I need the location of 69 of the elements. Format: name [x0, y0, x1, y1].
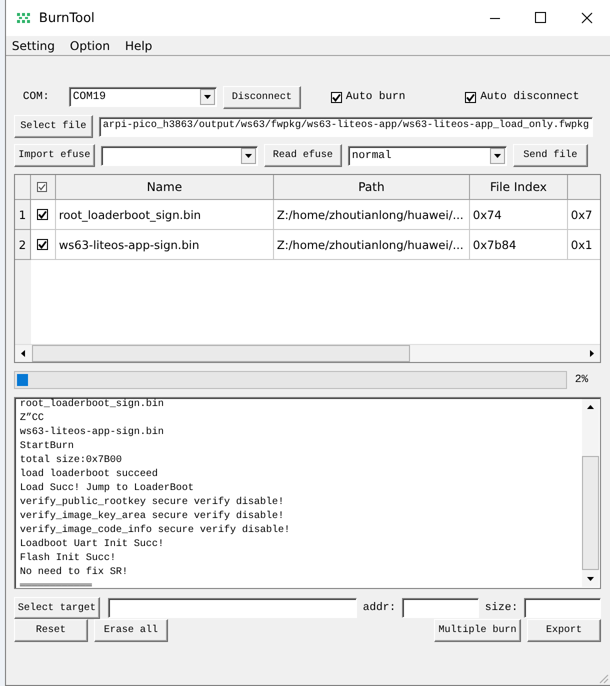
- check-icon: [38, 240, 48, 249]
- log-line: Z”CC: [20, 412, 45, 426]
- log-line: verify_image_key_area secure verify disable!: [20, 510, 285, 524]
- mode-dropdown[interactable]: normal: [348, 146, 507, 166]
- size-label: size:: [484, 602, 518, 614]
- window-title: BurnTool: [38, 10, 95, 26]
- log-line: verify_image_code_info secure verify disable!: [20, 524, 291, 538]
- send-file-button[interactable]: Send file: [512, 144, 588, 167]
- table-cell: root_loaderboot_sign.bin: [56, 200, 274, 230]
- table-cell: 0x1: [568, 230, 600, 260]
- select-file-button[interactable]: Select file: [14, 115, 93, 138]
- scroll-thumb[interactable]: [582, 456, 599, 570]
- log-line: load loaderboot succeed: [20, 468, 159, 482]
- app-icon: [16, 13, 31, 23]
- import-efuse-button[interactable]: Import efuse: [14, 144, 95, 167]
- com-label: COM:: [22, 91, 50, 103]
- checkbox-label: Auto disconnect: [480, 91, 580, 103]
- vertical-scrollbar[interactable]: [582, 399, 599, 587]
- disconnect-button[interactable]: Disconnect: [222, 86, 301, 108]
- log-line: Load Succ! Jump to LoaderBoot: [20, 482, 195, 496]
- checkbox[interactable]: [37, 239, 48, 250]
- checkbox[interactable]: [330, 92, 342, 102]
- table-cell: Z:/home/zhoutianlong/huawei/...: [274, 200, 470, 230]
- log-line: Loadboot Uart Init Succ!: [20, 538, 165, 552]
- table-cell: ws63-liteos-app-sign.bin: [56, 230, 274, 260]
- row-number: 1: [14, 200, 31, 230]
- action-button[interactable]: Multiple burn: [434, 619, 521, 642]
- read-efuse-button[interactable]: Read efuse: [264, 144, 342, 167]
- log-line: total size:0x7B00: [20, 454, 123, 468]
- table-cell: 0x7b84: [470, 230, 568, 260]
- menu-item[interactable]: Option: [68, 38, 116, 52]
- select-target-button[interactable]: Select target: [14, 597, 100, 619]
- file-path-field[interactable]: arpi-pico_h3863/output/ws63/fwpkg/ws63-liteos-app/ws63-liteos-app_load_only.fwpkg: [98, 116, 593, 136]
- action-button[interactable]: Export: [527, 619, 601, 642]
- efuse-dropdown[interactable]: [100, 146, 258, 166]
- check-icon: [466, 92, 476, 102]
- scroll-thumb[interactable]: [32, 345, 410, 362]
- target-field[interactable]: [108, 598, 357, 618]
- column-header[interactable]: Path: [274, 175, 470, 200]
- table-cell: 0x7: [568, 200, 600, 230]
- log-line: verify_public_rootkey secure verify disable!: [20, 496, 285, 510]
- port-dropdown[interactable]: COM19: [68, 87, 217, 107]
- action-button[interactable]: Reset: [14, 619, 88, 642]
- addr-field[interactable]: [402, 598, 479, 618]
- progress-reading: 2%: [574, 374, 588, 386]
- menu-item[interactable]: Setting: [10, 38, 61, 52]
- row-number: 2: [14, 230, 31, 260]
- log-line: Flash Init Succ!: [20, 552, 117, 566]
- action-button[interactable]: Erase all: [94, 619, 168, 642]
- check-icon: [332, 92, 341, 102]
- horizontal-scrollbar[interactable]: [14, 344, 600, 362]
- size-field[interactable]: [524, 598, 601, 618]
- checkbox-label: Auto burn: [346, 91, 406, 103]
- select-all-icon[interactable]: [37, 182, 48, 192]
- menu-item[interactable]: Help: [124, 38, 158, 52]
- log-line: ════════════: [20, 580, 93, 588]
- table-cell: 0x74: [470, 200, 568, 230]
- resize-grip-icon[interactable]: [597, 672, 609, 684]
- log-line: ws63-liteos-app-sign.bin: [20, 426, 165, 440]
- addr-label: addr:: [362, 602, 396, 614]
- column-header[interactable]: File Index: [470, 175, 568, 200]
- log-line: root_loaderboot_sign.bin: [20, 398, 165, 412]
- column-header[interactable]: Name: [56, 175, 274, 200]
- check-icon: [38, 210, 48, 219]
- log-line: No need to fix SR!: [20, 566, 129, 580]
- checkbox[interactable]: [465, 92, 476, 102]
- checkbox[interactable]: [37, 209, 48, 220]
- table-cell: Z:/home/zhoutianlong/huawei/...: [274, 230, 470, 260]
- log-line: StartBurn: [20, 440, 75, 454]
